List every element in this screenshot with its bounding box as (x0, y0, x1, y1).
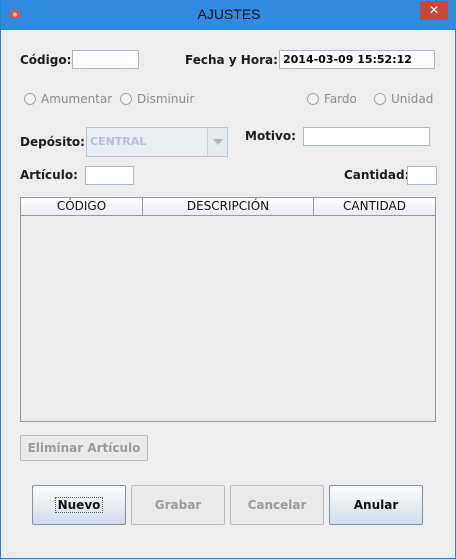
deposito-value: CENTRAL (90, 135, 147, 148)
chevron-down-icon (213, 139, 223, 145)
codigo-field[interactable] (72, 50, 139, 69)
motivo-field[interactable] (303, 127, 430, 146)
table-header: CÓDIGO DESCRIPCIÓN CANTIDAD (21, 198, 435, 216)
column-header-cantidad[interactable]: CANTIDAD (314, 198, 435, 215)
articulo-field[interactable] (85, 166, 134, 185)
radio-circle-icon (307, 93, 319, 105)
radio-circle-icon (24, 93, 36, 105)
anular-button[interactable]: Anular (329, 485, 423, 525)
motivo-label: Motivo: (245, 129, 296, 143)
fecha-hora-label: Fecha y Hora: (185, 53, 278, 67)
close-button[interactable]: ✕ (420, 1, 448, 20)
articulo-label: Artículo: (20, 168, 78, 182)
grabar-button[interactable]: Grabar (131, 485, 225, 525)
codigo-label: Código: (20, 53, 72, 67)
radio-aumentar-label: Amumentar (41, 92, 113, 106)
dropdown-button[interactable] (207, 128, 227, 156)
deposito-label: Depósito: (20, 135, 85, 149)
radio-unidad[interactable]: Unidad (374, 91, 433, 107)
column-header-codigo[interactable]: CÓDIGO (21, 198, 143, 215)
articulos-table[interactable]: CÓDIGO DESCRIPCIÓN CANTIDAD (20, 197, 436, 422)
deposito-combo[interactable]: CENTRAL (86, 127, 228, 157)
radio-unidad-label: Unidad (391, 92, 434, 106)
radio-circle-icon (120, 93, 132, 105)
radio-circle-icon (374, 93, 386, 105)
column-header-descripcion[interactable]: DESCRIPCIÓN (143, 198, 314, 215)
radio-disminuir-label: Disminuir (137, 92, 195, 106)
cancelar-button[interactable]: Cancelar (230, 485, 324, 525)
fecha-hora-field[interactable]: 2014-03-09 15:52:12 (279, 50, 435, 69)
ajustes-window: AJUSTES ✕ Código: Fecha y Hora: 2014-03-… (0, 0, 456, 559)
window-title: AJUSTES (197, 6, 261, 22)
radio-disminuir[interactable]: Disminuir (120, 91, 194, 107)
form-panel: Código: Fecha y Hora: 2014-03-09 15:52:1… (8, 30, 450, 552)
radio-aumentar[interactable]: Amumentar (24, 91, 112, 107)
radio-fardo[interactable]: Fardo (307, 91, 357, 107)
radio-fardo-label: Fardo (324, 92, 357, 106)
cantidad-label: Cantidad: (344, 168, 410, 182)
title-bar[interactable]: AJUSTES ✕ (1, 0, 456, 30)
nuevo-button[interactable]: Nuevo (32, 485, 126, 525)
nuevo-button-label: Nuevo (54, 497, 104, 513)
cantidad-field[interactable] (407, 166, 437, 185)
eliminar-articulo-button[interactable]: Eliminar Artículo (20, 435, 148, 461)
